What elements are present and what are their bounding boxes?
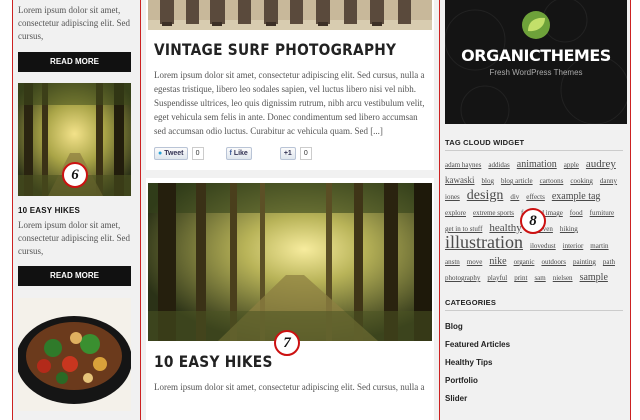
plusone-button[interactable]: +1 [279,147,296,160]
tag-link[interactable]: food [570,209,583,217]
divider [445,150,623,151]
post-excerpt: Lorem ipsum dolor sit amet, consectetur … [154,382,425,392]
post-excerpt: Lorem ipsum dolor sit amet, consectetur … [18,5,130,41]
tag-link[interactable]: painting [573,258,596,266]
twitter-icon: ● [158,150,163,157]
tag-link[interactable]: audrey [586,158,616,170]
surf-photo-image[interactable] [148,0,432,30]
tag-link[interactable]: nike [489,256,506,267]
tag-link[interactable]: apple [564,161,579,169]
tag-link[interactable]: div [510,193,519,201]
food-bowl-thumbnail[interactable] [18,298,131,411]
category-link[interactable]: Healthy Tips [445,354,623,372]
read-more-button[interactable]: READ MORE [18,266,131,286]
tag-link[interactable]: adam haynes [445,161,481,169]
annotation-marker-6: 6 [62,162,88,188]
tag-link[interactable]: move [467,258,483,266]
category-link[interactable]: Blog [445,318,623,336]
categories-list: Blog Featured Articles Healthy Tips Portfol… [445,318,623,408]
tag-link[interactable]: playful [487,274,507,282]
like-label: Like [233,150,248,157]
tag-link[interactable]: explore [445,209,466,217]
forest-trail-image[interactable] [148,183,432,341]
tag-link[interactable]: design [467,188,504,203]
post-card: 10 EASY HIKES Lorem ipsum dolor sit amet… [146,178,434,420]
logo-wordmark: ORGANICTHEMES [461,46,611,65]
tag-link[interactable]: ilovedust [530,242,556,250]
tag-link[interactable]: cartoons [540,177,564,185]
tweet-button[interactable]: ● Tweet [154,147,188,160]
divider [445,310,623,311]
tag-link[interactable]: path [603,258,615,266]
category-link[interactable]: Portfolio [445,372,623,390]
tag-link[interactable]: kawaski [445,175,475,185]
category-link[interactable]: Slider [445,390,623,408]
tag-link[interactable]: extreme sports [473,209,514,217]
plusone-count: 0 [299,147,312,160]
annotation-marker-8: 8 [520,208,546,234]
tweet-label: Tweet [164,150,184,157]
logo-tagline: Fresh WordPress Themes [489,68,583,77]
food-image [18,298,131,411]
post-excerpt: Lorem ipsum dolor sit amet, consectetur … [18,220,130,256]
tag-link[interactable]: photography [445,274,480,282]
tag-link[interactable]: illustration [445,232,523,252]
tag-link[interactable]: interior [563,242,584,250]
tag-link[interactable]: animation [517,159,557,170]
right-sidebar-column: ORGANICTHEMES Fresh WordPress Themes TAG… [440,0,630,420]
tag-link[interactable]: sam [534,274,545,282]
tag-cloud-title: TAG CLOUD WIDGET [445,138,525,147]
category-link[interactable]: Featured Articles [445,336,623,354]
post-title[interactable]: VINTAGE SURF PHOTOGRAPHY [154,40,396,59]
left-sidebar-column: Lorem ipsum dolor sit amet, consectetur … [12,0,141,420]
tweet-count: 0 [191,147,204,160]
post-card: VINTAGE SURF PHOTOGRAPHY Lorem ipsum dol… [146,0,434,170]
tag-link[interactable]: addidas [488,161,509,169]
tag-link[interactable]: blog [482,177,494,185]
annotation-marker-7: 7 [274,330,300,356]
tag-link[interactable]: example tag [552,191,601,202]
tag-link[interactable]: outdoors [541,258,566,266]
read-more-button[interactable]: READ MORE [18,52,131,72]
column-divider [12,0,13,420]
tag-link[interactable]: nielsen [553,274,573,282]
tag-link[interactable]: furniture [590,209,615,217]
leaf-icon [522,11,550,39]
categories-title: CATEGORIES [445,298,497,307]
post-excerpt: Lorem ipsum dolor sit amet, consectetur … [154,70,425,136]
column-divider [439,0,440,420]
post-title[interactable]: 10 EASY HIKES [154,352,273,371]
organic-themes-ad[interactable]: ORGANICTHEMES Fresh WordPress Themes [445,0,627,124]
post-title[interactable]: 10 EASY HIKES [12,206,86,215]
main-content-column: VINTAGE SURF PHOTOGRAPHY Lorem ipsum dol… [140,0,440,420]
tag-link[interactable]: print [514,274,527,282]
tag-link[interactable]: blog article [501,177,533,185]
tag-link[interactable]: organic [514,258,535,266]
column-divider [630,0,631,420]
column-divider [140,0,141,420]
plusone-label: +1 [283,150,292,157]
tag-link[interactable]: effects [526,193,545,201]
tag-link[interactable]: hiking [560,225,578,233]
share-bar: ● Tweet 0 f Like +1 0 [154,147,312,160]
facebook-icon: f [229,150,232,157]
like-button[interactable]: f Like [225,147,252,160]
tag-link[interactable]: cooking [570,177,593,185]
